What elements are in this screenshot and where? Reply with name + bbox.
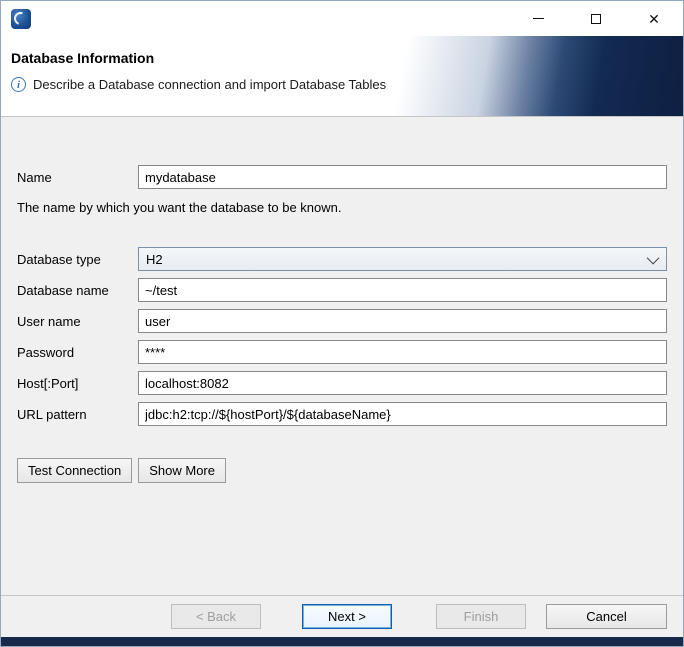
database-type-label: Database type: [17, 252, 138, 267]
form-area: Name The name by which you want the data…: [1, 117, 683, 595]
url-pattern-label: URL pattern: [17, 407, 138, 422]
form-row-name: Name: [17, 165, 667, 189]
page-description-row: i Describe a Database connection and imp…: [11, 77, 683, 92]
database-type-selected-value: H2: [146, 252, 163, 267]
app-icon[interactable]: [11, 9, 31, 29]
user-name-input[interactable]: [138, 309, 667, 333]
host-port-input[interactable]: [138, 371, 667, 395]
wizard-banner: Database Information i Describe a Databa…: [1, 36, 683, 117]
form-row-password: Password: [17, 340, 667, 364]
wizard-button-bar: < Back Next > Finish Cancel: [1, 595, 683, 637]
form-row-user-name: User name: [17, 309, 667, 333]
dialog-window: ✕ Database Information i Describe a Data…: [0, 0, 684, 647]
show-more-button[interactable]: Show More: [138, 458, 226, 483]
close-button[interactable]: ✕: [625, 1, 683, 36]
database-name-input[interactable]: [138, 278, 667, 302]
form-row-database-type: Database type H2: [17, 247, 667, 271]
password-input[interactable]: [138, 340, 667, 364]
back-button: < Back: [171, 604, 261, 629]
form-row-database-name: Database name: [17, 278, 667, 302]
host-port-label: Host[:Port]: [17, 376, 138, 391]
titlebar: ✕: [1, 1, 683, 36]
banner-gradient-decoration: [353, 36, 683, 116]
form-action-row: Test Connection Show More: [17, 458, 667, 483]
chevron-down-icon: [647, 251, 660, 264]
info-icon: i: [11, 77, 26, 92]
next-button[interactable]: Next >: [302, 604, 392, 629]
page-description: Describe a Database connection and impor…: [33, 77, 386, 92]
password-label: Password: [17, 345, 138, 360]
test-connection-button[interactable]: Test Connection: [17, 458, 132, 483]
name-label: Name: [17, 170, 138, 185]
user-name-label: User name: [17, 314, 138, 329]
name-help-text: The name by which you want the database …: [17, 200, 667, 215]
cancel-button[interactable]: Cancel: [546, 604, 667, 629]
database-type-combo[interactable]: H2: [138, 247, 667, 271]
database-name-label: Database name: [17, 283, 138, 298]
page-title: Database Information: [11, 50, 683, 66]
maximize-button[interactable]: [567, 1, 625, 36]
minimize-button[interactable]: [509, 1, 567, 36]
window-controls: ✕: [509, 1, 683, 36]
maximize-icon: [591, 14, 601, 24]
minimize-icon: [533, 18, 544, 19]
form-row-host-port: Host[:Port]: [17, 371, 667, 395]
form-row-url-pattern: URL pattern: [17, 402, 667, 426]
close-icon: ✕: [648, 12, 660, 26]
window-bottom-edge: [1, 637, 683, 646]
name-input[interactable]: [138, 165, 667, 189]
url-pattern-input[interactable]: [138, 402, 667, 426]
finish-button: Finish: [436, 604, 526, 629]
